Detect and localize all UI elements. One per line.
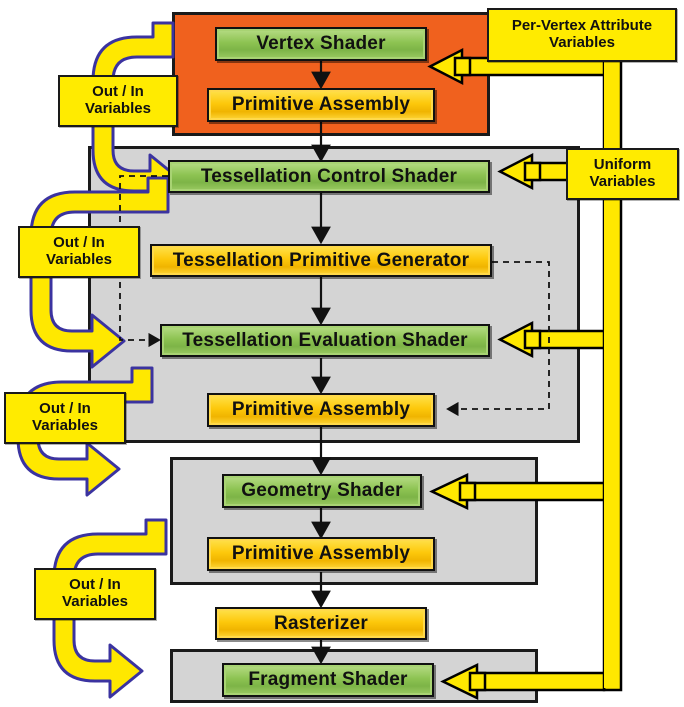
node-tessellation-primitive-generator[interactable]: Tessellation Primitive Generator	[150, 244, 492, 277]
out-in-4-line-2: Variables	[62, 593, 128, 610]
node-primitive-assembly-3[interactable]: Primitive Assembly	[207, 537, 435, 571]
out-in-2-line-1: Out / In	[53, 234, 105, 252]
node-vertex-shader[interactable]: Vertex Shader	[215, 27, 427, 61]
node-geometry-shader[interactable]: Geometry Shader	[222, 474, 422, 508]
out-in-3-line-2: Variables	[32, 417, 98, 434]
out-in-2-line-2: Variables	[46, 251, 112, 268]
out-in-1-line-1: Out / In	[92, 83, 144, 101]
node-fragment-shader[interactable]: Fragment Shader	[222, 663, 434, 697]
shader-pipeline-diagram: Vertex Shader Primitive Assembly Tessell…	[0, 0, 684, 707]
node-rasterizer[interactable]: Rasterizer	[215, 607, 427, 640]
out-in-3-line-1: Out / In	[39, 400, 91, 418]
per-vertex-line-2: Variables	[549, 34, 615, 51]
node-primitive-assembly-1[interactable]: Primitive Assembly	[207, 88, 435, 122]
uniform-line-1: Uniform	[593, 156, 652, 174]
label-per-vertex-attribute-variables[interactable]: Per-Vertex Attribute Variables	[487, 8, 677, 62]
label-out-in-variables-1[interactable]: Out / In Variables	[58, 75, 178, 127]
node-tessellation-control-shader[interactable]: Tessellation Control Shader	[168, 160, 490, 193]
out-in-1-line-2: Variables	[85, 100, 151, 117]
out-in-4-line-1: Out / In	[69, 576, 121, 594]
node-tessellation-evaluation-shader[interactable]: Tessellation Evaluation Shader	[160, 324, 490, 357]
uniform-line-2: Variables	[589, 173, 656, 190]
label-out-in-variables-4[interactable]: Out / In Variables	[34, 568, 156, 620]
label-out-in-variables-2[interactable]: Out / In Variables	[18, 226, 140, 278]
per-vertex-line-1: Per-Vertex Attribute	[511, 17, 653, 35]
label-out-in-variables-3[interactable]: Out / In Variables	[4, 392, 126, 444]
node-primitive-assembly-2[interactable]: Primitive Assembly	[207, 393, 435, 427]
label-uniform-variables[interactable]: Uniform Variables	[566, 148, 679, 200]
